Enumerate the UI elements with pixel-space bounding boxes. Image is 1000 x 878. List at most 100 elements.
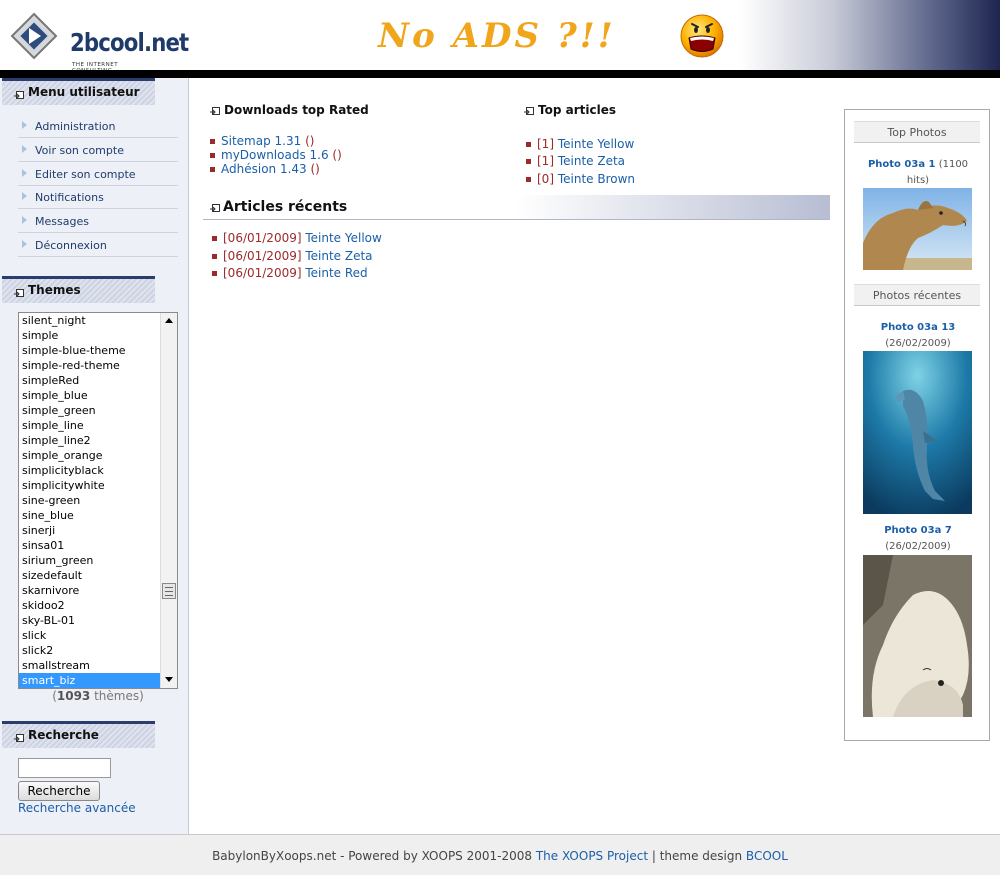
search-button[interactable]: Recherche [18,781,100,801]
theme-list-scrollbar[interactable] [160,313,177,688]
bullet-square-icon [212,254,217,259]
block-icon [14,289,24,297]
recent-photo-caption: Photo 03a 7 (26/02/2009) [884,525,952,552]
logo-diamond-icon [10,12,58,60]
search-title: Recherche [2,721,155,748]
top-articles-title: Top articles [524,103,616,117]
downloads-title: Downloads top Rated [210,103,369,117]
theme-option[interactable]: sinerji [19,523,161,538]
scroll-thumb[interactable] [162,583,176,599]
arrow-right-icon [22,240,27,248]
footer: BabylonByXoops.net - Powered by XOOPS 20… [0,834,1000,875]
bullet-square-icon [526,177,531,182]
advanced-search-link[interactable]: Recherche avancée [18,801,136,815]
bullet-square-icon [526,142,531,147]
ad-banner[interactable]: No ADS ?!! [370,8,740,62]
menu-item-logout[interactable]: Déconnexion [18,233,178,257]
bullet-square-icon [212,271,217,276]
theme-option[interactable]: simple-red-theme [19,358,161,373]
block-icon [210,204,220,212]
theme-option[interactable]: simple_orange [19,448,161,463]
block-icon [14,91,24,99]
arrow-right-icon [22,145,27,153]
download-item[interactable]: Sitemap 1.31 () [210,134,314,148]
scroll-up-arrow-icon[interactable] [165,318,173,323]
xoops-project-link[interactable]: The XOOPS Project [536,849,648,863]
theme-option[interactable]: smallstream [19,658,161,673]
user-menu-title: Menu utilisateur [2,78,155,105]
camel-image [863,188,972,270]
bullet-square-icon [212,236,217,241]
bullet-square-icon [526,159,531,164]
theme-option[interactable]: simplicitywhite [19,478,161,493]
shouting-smiley-icon [680,14,724,58]
theme-option[interactable]: simple [19,328,161,343]
block-icon [14,734,24,742]
theme-option[interactable]: sinsa01 [19,538,161,553]
theme-option[interactable]: simple_line [19,418,161,433]
top-photos-title: Top Photos [854,121,980,143]
theme-option[interactable]: simple_line2 [19,433,161,448]
arrow-right-icon [22,216,27,224]
recent-photo-caption: Photo 03a 13 (26/02/2009) [880,322,956,349]
scroll-down-arrow-icon[interactable] [165,677,173,682]
camel-photo[interactable] [863,188,972,270]
polar-bear-image [863,555,972,717]
search-input[interactable] [18,758,111,778]
dolphin-image [863,351,972,514]
recent-articles-header: Articles récents [203,195,830,220]
menu-item-edit-account[interactable]: Editer son compte [18,162,178,186]
recent-article-item[interactable]: [06/01/2009] Teinte Red [212,266,368,280]
top-photo-caption: Photo 03a 1 (1100 hits) [867,159,969,186]
theme-option[interactable]: simple_blue [19,388,161,403]
theme-option[interactable]: sine_blue [19,508,161,523]
top-article-item[interactable]: [1] Teinte Zeta [526,154,625,168]
block-icon [210,107,220,115]
recent-article-item[interactable]: [06/01/2009] Teinte Zeta [212,249,373,263]
theme-option[interactable]: slick2 [19,643,161,658]
theme-options: silent_night simple simple-blue-theme simpl… [19,313,161,688]
themes-title: Themes [2,276,155,303]
header-divider-bar [0,70,1000,78]
bullet-square-icon [210,153,215,158]
arrow-right-icon [22,169,27,177]
theme-select-list[interactable]: silent_night simple simple-blue-theme simpl… [18,312,178,689]
theme-option[interactable]: simple_green [19,403,161,418]
banner-text: No ADS ?!! [378,16,616,56]
menu-item-messages[interactable]: Messages [18,209,178,233]
theme-option[interactable]: silent_night [19,313,161,328]
theme-option[interactable]: simple-blue-theme [19,343,161,358]
site-logo[interactable]: 2bcool.net THE INTERNET CONSULTING [10,12,189,74]
theme-option[interactable]: simplicityblack [19,463,161,478]
top-article-item[interactable]: [0] Teinte Brown [526,172,635,186]
menu-item-view-account[interactable]: Voir son compte [18,138,178,162]
arrow-right-icon [22,192,27,200]
theme-option[interactable]: sine-green [19,493,161,508]
bcool-link[interactable]: BCOOL [746,849,788,863]
theme-option[interactable]: slick [19,628,161,643]
theme-option[interactable]: smart_biz [19,673,161,688]
theme-option[interactable]: sirium_green [19,553,161,568]
bullet-square-icon [210,167,215,172]
download-item[interactable]: Adhésion 1.43 () [210,162,320,176]
dolphin-photo[interactable] [863,351,972,514]
polar-bear-photo[interactable] [863,555,972,717]
logo-text: 2bcool.net [70,28,189,57]
recent-article-item[interactable]: [06/01/2009] Teinte Yellow [212,231,382,245]
theme-option[interactable]: sky-BL-01 [19,613,161,628]
top-article-item[interactable]: [1] Teinte Yellow [526,137,634,151]
download-item[interactable]: myDownloads 1.6 () [210,148,342,162]
header-gradient [740,0,1000,70]
menu-item-administration[interactable]: Administration [18,114,178,138]
right-sidebar: Top Photos Photo 03a 1 (1100 hits) Photos… [844,109,990,741]
theme-option[interactable]: sizedefault [19,568,161,583]
menu-item-notifications[interactable]: Notifications [18,185,178,209]
theme-count: (1093 thèmes) [52,689,144,703]
recent-photos-title: Photos récentes [854,284,980,306]
arrow-right-icon [22,121,27,129]
theme-option[interactable]: skidoo2 [19,598,161,613]
block-icon [524,107,534,115]
bullet-square-icon [210,139,215,144]
theme-option[interactable]: simpleRed [19,373,161,388]
theme-option[interactable]: skarnivore [19,583,161,598]
